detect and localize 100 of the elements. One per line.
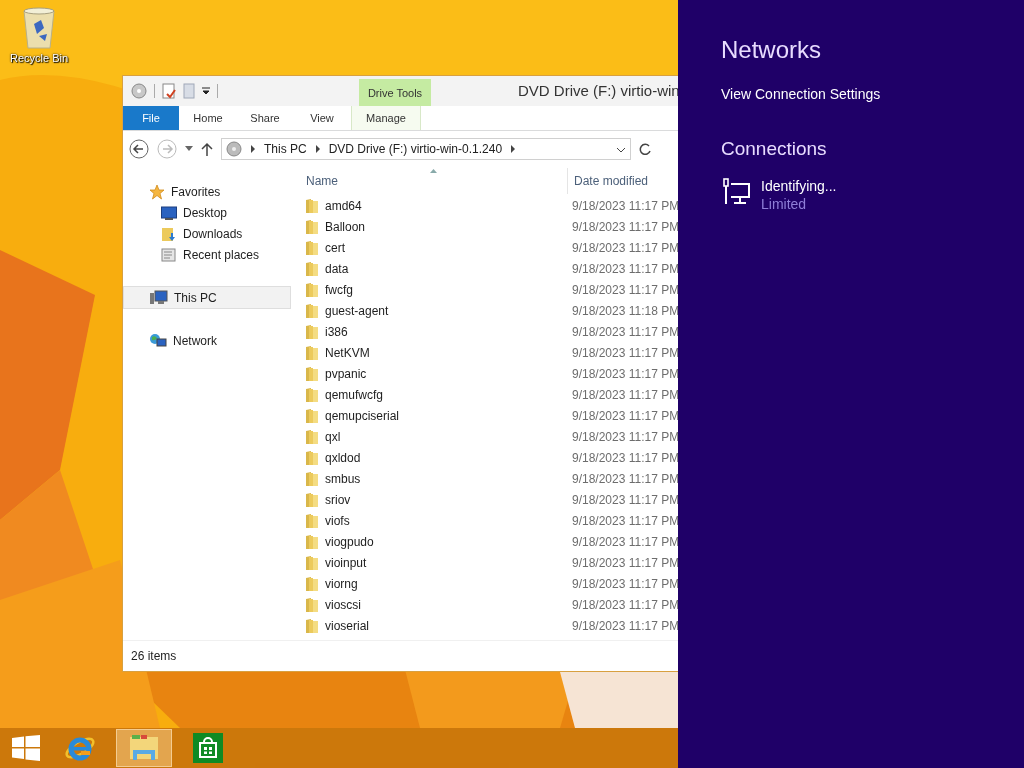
file-name[interactable]: sriov bbox=[325, 492, 351, 507]
file-name[interactable]: pvpanic bbox=[325, 366, 367, 381]
date-cell-text: 9/18/2023 11:17 PM bbox=[571, 513, 680, 528]
date-cell-text: 9/18/2023 11:17 PM bbox=[571, 450, 680, 465]
file-name[interactable]: qxldod bbox=[325, 450, 361, 465]
chevron-icon[interactable] bbox=[510, 145, 517, 153]
back-icon[interactable] bbox=[129, 139, 149, 159]
file-name[interactable]: qxl bbox=[325, 429, 341, 444]
date-cell-text: 9/18/2023 11:17 PM bbox=[571, 366, 680, 381]
nav-item[interactable]: Network bbox=[131, 330, 291, 351]
date-cell-text: 9/18/2023 11:17 PM bbox=[571, 492, 680, 507]
folder-icon bbox=[305, 218, 319, 235]
nav-item[interactable]: Downloads bbox=[131, 223, 291, 244]
date-cell-text: 9/18/2023 11:17 PM bbox=[571, 345, 680, 360]
folder-icon bbox=[305, 281, 319, 298]
breadcrumb[interactable]: This PC bbox=[264, 142, 307, 156]
folder-icon bbox=[305, 428, 319, 445]
monitor-icon bbox=[161, 205, 177, 220]
wired-network-icon bbox=[721, 178, 751, 206]
file-name[interactable]: viogpudo bbox=[325, 534, 374, 549]
chevron-icon[interactable] bbox=[250, 145, 256, 153]
date-cell-text: 9/18/2023 11:17 PM bbox=[571, 618, 680, 633]
date-cell-text: 9/18/2023 11:17 PM bbox=[571, 240, 680, 255]
file-name[interactable]: vioinput bbox=[325, 555, 367, 570]
properties-icon[interactable] bbox=[162, 83, 176, 99]
settings-link[interactable]: View Connection Settings bbox=[721, 86, 881, 102]
connection-name: Identifying... bbox=[761, 178, 837, 194]
file-name[interactable]: viofs bbox=[325, 513, 350, 528]
trash-bin-icon[interactable] bbox=[21, 6, 57, 50]
status-text: 26 items bbox=[131, 649, 177, 663]
file-name[interactable]: guest-agent bbox=[325, 303, 389, 318]
drive-disc-icon[interactable] bbox=[131, 83, 147, 99]
panel-title: Networks bbox=[721, 36, 822, 64]
file-name[interactable]: viorng bbox=[325, 576, 358, 591]
date-cell-text: 9/18/2023 11:17 PM bbox=[571, 597, 680, 612]
date-cell-text: 9/18/2023 11:17 PM bbox=[571, 471, 680, 486]
ribbon-tab[interactable]: Manage bbox=[351, 106, 421, 130]
dropdown-icon[interactable] bbox=[616, 147, 626, 153]
file-name[interactable]: i386 bbox=[325, 324, 348, 339]
date-cell-text: 9/18/2023 11:18 PM bbox=[571, 303, 680, 318]
file-name[interactable]: data bbox=[325, 261, 349, 276]
date-cell-text: 9/18/2023 11:17 PM bbox=[571, 198, 680, 213]
file-name[interactable]: fwcfg bbox=[325, 282, 353, 297]
nav-item[interactable]: Desktop bbox=[131, 202, 291, 223]
file-name[interactable]: NetKVM bbox=[325, 345, 370, 360]
folder-icon bbox=[129, 733, 159, 763]
chevron-icon[interactable] bbox=[314, 145, 321, 153]
nav-item[interactable]: This PC bbox=[123, 286, 291, 309]
date-cell-text: 9/18/2023 11:17 PM bbox=[571, 282, 680, 297]
breadcrumb[interactable]: DVD Drive (F:) virtio-win-0.1.240 bbox=[328, 142, 503, 156]
star-icon bbox=[149, 183, 165, 200]
file-name[interactable]: cert bbox=[325, 240, 345, 255]
folder-icon bbox=[305, 512, 319, 529]
window-title: DVD Drive (F:) virtio-win bbox=[518, 82, 680, 99]
section-heading: Connections bbox=[721, 138, 827, 160]
date-cell-text: 9/18/2023 11:17 PM bbox=[571, 429, 680, 444]
dropdown-icon[interactable] bbox=[202, 87, 210, 95]
folder-icon bbox=[305, 533, 319, 550]
address-bar[interactable]: This PC DVD Drive (F:) virtio-win-0.1.240 bbox=[221, 138, 631, 160]
folder-icon bbox=[305, 575, 319, 592]
date-cell-text: 9/18/2023 11:17 PM bbox=[571, 576, 680, 591]
folder-icon bbox=[305, 617, 319, 634]
ribbon-tab[interactable]: File bbox=[123, 106, 179, 130]
up-arrow-icon[interactable] bbox=[201, 142, 213, 156]
column-header[interactable]: Date modified bbox=[567, 168, 649, 194]
drive-disc-icon bbox=[226, 141, 242, 157]
folder-icon bbox=[305, 491, 319, 508]
file-name[interactable]: qemufwcfg bbox=[325, 387, 384, 402]
windows-logo-icon bbox=[12, 735, 40, 761]
file-name[interactable]: vioserial bbox=[325, 618, 369, 633]
nav-item[interactable]: Favorites bbox=[131, 181, 291, 202]
recent-places-icon bbox=[161, 246, 177, 263]
folder-icon bbox=[305, 386, 319, 403]
file-name[interactable]: smbus bbox=[325, 471, 361, 486]
folder-icon bbox=[305, 449, 319, 466]
date-cell-text: 9/18/2023 11:17 PM bbox=[571, 408, 680, 423]
date-cell-text: 9/18/2023 11:17 PM bbox=[571, 555, 680, 570]
network-icon bbox=[149, 332, 167, 349]
date-cell-text: 9/18/2023 11:17 PM bbox=[571, 534, 680, 549]
file-name[interactable]: vioscsi bbox=[325, 597, 361, 612]
nav-item[interactable]: Recent places bbox=[131, 244, 291, 265]
ribbon-context-label: Drive Tools bbox=[359, 79, 431, 106]
file-name[interactable]: amd64 bbox=[325, 198, 362, 213]
date-cell-text: 9/18/2023 11:17 PM bbox=[571, 219, 680, 234]
folder-icon bbox=[305, 470, 319, 487]
folder-icon bbox=[305, 596, 319, 613]
folder-icon bbox=[305, 344, 319, 361]
folder-icon bbox=[305, 323, 319, 340]
file-name[interactable]: Balloon bbox=[325, 219, 366, 234]
computer-icon bbox=[150, 289, 168, 306]
caret-icon[interactable] bbox=[185, 146, 193, 152]
file-name[interactable]: qemupciserial bbox=[325, 408, 400, 423]
folder-icon bbox=[305, 407, 319, 424]
column-header[interactable]: Name bbox=[301, 174, 567, 188]
folder-icon bbox=[305, 260, 319, 277]
connection-item[interactable]: Identifying... Limited bbox=[721, 178, 837, 212]
refresh-icon[interactable] bbox=[639, 142, 651, 156]
folder-icon bbox=[305, 197, 319, 214]
folder-icon bbox=[305, 302, 319, 319]
folder-icon bbox=[305, 239, 319, 256]
